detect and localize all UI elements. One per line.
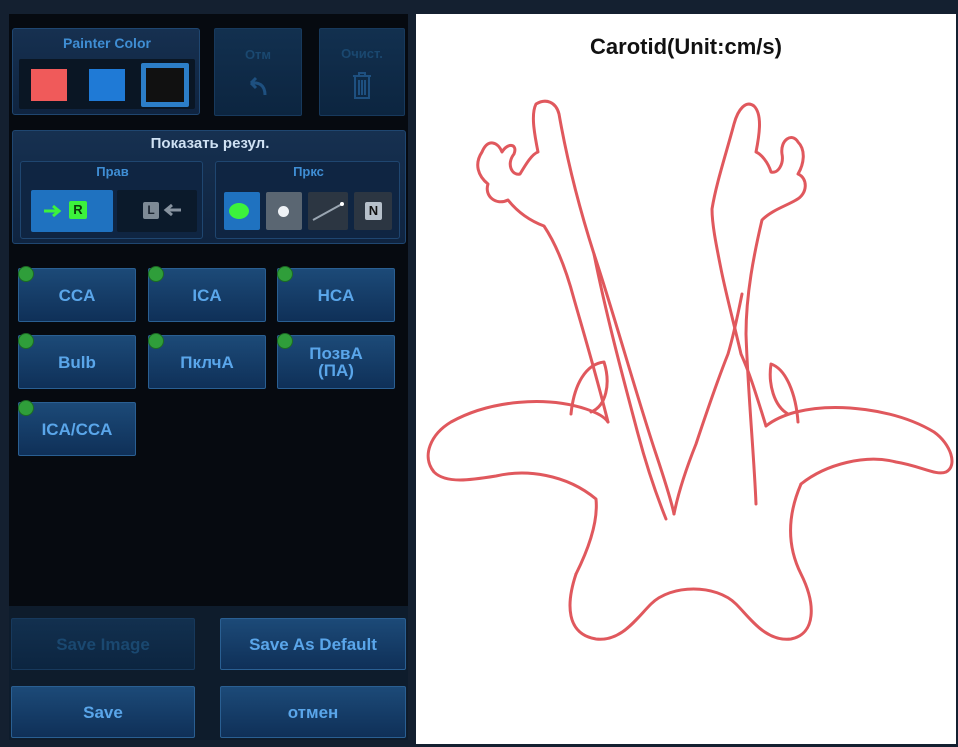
vessel-label-ica: ICA	[192, 285, 222, 305]
left-badge: L	[143, 202, 159, 219]
undo-label: Отм	[244, 46, 272, 62]
mark-group: Пркс N	[215, 161, 400, 239]
vessel-label-vertebral: ПозвА (ПА)	[309, 344, 363, 380]
color-swatch-blue[interactable]	[85, 65, 129, 105]
status-dot-hca	[277, 266, 293, 282]
vessel-button-bulb[interactable]: Bulb	[18, 335, 136, 389]
status-dot-cca	[18, 266, 34, 282]
color-swatch-black[interactable]	[141, 63, 189, 107]
control-panel: Painter Color Отм Очист. Показать резул.…	[9, 14, 408, 740]
trash-icon	[353, 71, 371, 99]
inner-v-left-outline	[592, 252, 668, 521]
diagram-canvas[interactable]: Carotid(Unit:cm/s)	[416, 14, 956, 744]
inner-v-outline	[672, 292, 744, 516]
marker-none[interactable]: N	[354, 192, 392, 230]
show-results-title: Показать резул.	[150, 135, 270, 152]
vessel-button-cca[interactable]: CCA	[18, 268, 136, 322]
status-dot-ica-cca	[18, 400, 34, 416]
vessel-label-cca: CCA	[58, 285, 96, 305]
marker-white-dot[interactable]	[266, 192, 302, 230]
save-as-default-label: Save As Default	[249, 634, 377, 654]
status-dot-subclavian	[148, 333, 164, 349]
marker-green-dot[interactable]	[224, 192, 260, 230]
color-swatch-red[interactable]	[27, 65, 71, 105]
right-subclavian-outline	[764, 406, 954, 486]
save-image-button[interactable]: Save Image	[11, 618, 195, 670]
status-dot-ica	[148, 266, 164, 282]
status-dot-bulb	[18, 333, 34, 349]
painter-color-panel: Painter Color	[12, 28, 200, 115]
left-subclavian-outline	[426, 400, 610, 576]
side-toggle-right[interactable]: R	[31, 190, 113, 232]
vessel-label-subclavian: ПклчА	[180, 352, 234, 372]
save-image-label: Save Image	[56, 634, 150, 654]
line-icon	[312, 202, 344, 221]
arrow-left-icon	[163, 203, 181, 217]
arrow-right-icon	[44, 204, 62, 218]
vessel-button-hca[interactable]: HCA	[277, 268, 395, 322]
side-toggle-left[interactable]: L	[117, 190, 197, 232]
none-badge: N	[365, 202, 382, 220]
vessel-label-ica-cca: ICA/CCA	[41, 419, 113, 439]
carotid-diagram[interactable]	[416, 14, 956, 744]
cancel-label: отмен	[287, 702, 339, 722]
vessel-button-subclavian[interactable]: ПклчА	[148, 335, 266, 389]
aortic-arch-outline	[568, 482, 813, 641]
mark-group-title: Пркс	[293, 164, 324, 179]
right-carotid-outline	[710, 102, 807, 506]
save-as-default-button[interactable]: Save As Default	[220, 618, 406, 670]
side-group: Прав R L	[20, 161, 203, 239]
marker-line[interactable]	[308, 192, 348, 230]
cancel-button[interactable]: отмен	[220, 686, 406, 738]
vessel-button-ica[interactable]: ICA	[148, 268, 266, 322]
undo-button[interactable]: Отм	[214, 28, 302, 116]
right-badge: R	[69, 201, 87, 219]
vessel-label-bulb: Bulb	[58, 352, 96, 372]
undo-icon	[249, 76, 267, 95]
side-group-title: Прав	[96, 164, 129, 179]
white-dot-icon	[278, 206, 289, 217]
status-dot-vertebral	[277, 333, 293, 349]
green-dot-icon	[229, 203, 249, 219]
save-button[interactable]: Save	[11, 686, 195, 738]
vessel-button-vertebral[interactable]: ПозвА (ПА)	[277, 335, 395, 389]
show-results-panel: Показать резул. Прав R L Пркс N	[12, 130, 406, 244]
save-label: Save	[83, 702, 123, 722]
clear-label: Очист.	[341, 45, 383, 61]
vessel-button-ica-cca[interactable]: ICA/CCA	[18, 402, 136, 456]
clear-button[interactable]: Очист.	[319, 28, 405, 116]
painter-color-title: Painter Color	[63, 35, 151, 51]
vessel-label-hca: HCA	[317, 285, 355, 305]
